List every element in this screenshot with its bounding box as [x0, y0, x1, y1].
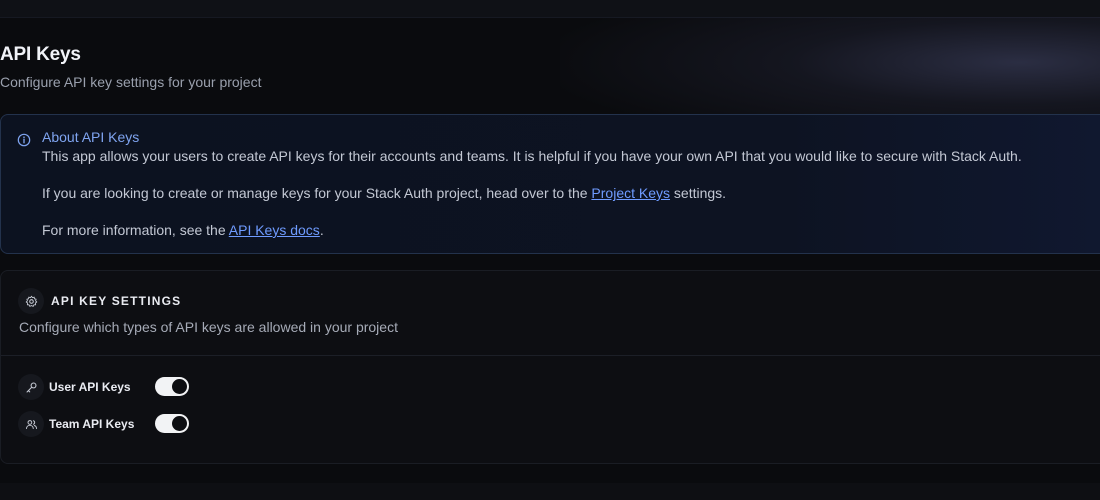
alert-description: This app allows your users to create API…: [42, 148, 1022, 164]
toggle-knob: [172, 379, 187, 394]
user-api-keys-icon-badge: [18, 374, 44, 400]
page-subtitle: Configure API key settings for your proj…: [0, 74, 262, 90]
user-api-keys-label: User API Keys: [49, 380, 131, 394]
key-icon: [26, 382, 36, 392]
settings-icon-badge: [18, 288, 44, 314]
alert-text: If you are looking to create or manage k…: [42, 185, 592, 201]
user-api-keys-toggle[interactable]: [155, 377, 189, 396]
alert-docs-line: For more information, see the API Keys d…: [42, 222, 324, 238]
alert-text: .: [319, 222, 324, 238]
alert-project-keys-line: If you are looking to create or manage k…: [42, 185, 726, 201]
alert-title: About API Keys: [42, 129, 140, 145]
users-icon: [25, 419, 37, 429]
toggle-knob: [172, 416, 187, 431]
alert-text: For more information, see the: [42, 222, 229, 238]
settings-title: API KEY SETTINGS: [51, 294, 182, 308]
gear-icon: [25, 295, 37, 307]
info-icon: [17, 133, 31, 147]
divider: [1, 355, 1100, 356]
alert-text: settings.: [670, 185, 727, 201]
page-title: API Keys: [0, 44, 81, 65]
team-api-keys-label: Team API Keys: [49, 417, 135, 431]
team-api-keys-icon-badge: [18, 411, 44, 437]
api-key-settings-card: API KEY SETTINGS Configure which types o…: [0, 270, 1100, 464]
next-section-edge: [0, 483, 1100, 500]
top-bar: [0, 0, 1100, 18]
team-api-keys-toggle[interactable]: [155, 414, 189, 433]
project-keys-link[interactable]: Project Keys: [591, 185, 670, 201]
settings-description: Configure which types of API keys are al…: [19, 319, 398, 335]
api-keys-docs-link[interactable]: API Keys docs: [229, 222, 320, 238]
about-api-keys-alert: About API Keys This app allows your user…: [0, 114, 1100, 254]
